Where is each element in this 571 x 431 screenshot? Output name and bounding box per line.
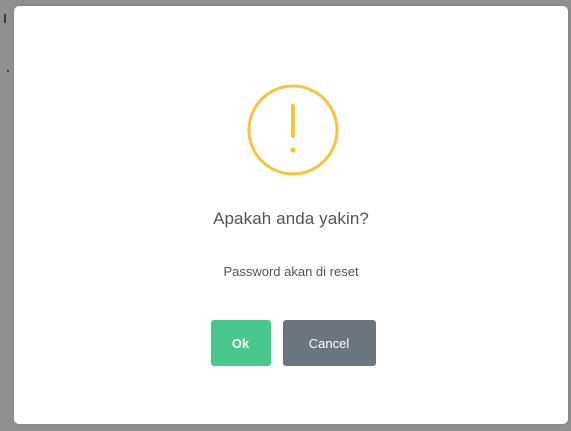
background-text-fragment [7, 70, 9, 72]
ok-button[interactable]: Ok [210, 320, 271, 366]
dialog-actions: Ok Cancel [14, 320, 568, 366]
dialog-title: Apakah anda yakin? [213, 209, 369, 228]
dialog-message: Password akan di reset [223, 264, 359, 279]
warning-exclamation-icon [247, 84, 339, 176]
background-text-fragment [4, 14, 6, 23]
confirm-dialog: Apakah anda yakin? Password akan di rese… [14, 6, 568, 424]
cancel-button[interactable]: Cancel [282, 320, 376, 366]
